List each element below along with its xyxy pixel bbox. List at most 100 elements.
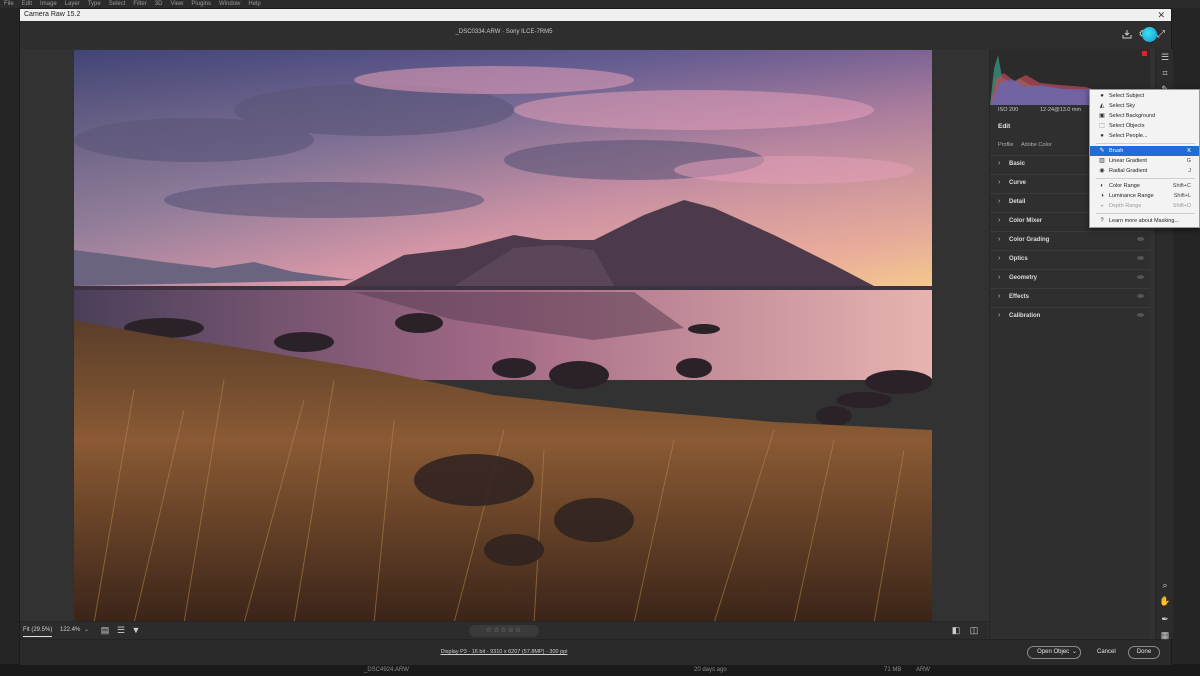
visibility-icon[interactable] bbox=[1137, 237, 1144, 241]
profile-select[interactable]: Adobe Color bbox=[1021, 142, 1052, 148]
crop-icon[interactable]: ⌗ bbox=[1159, 67, 1171, 79]
filmstrip-icon[interactable]: ▤ bbox=[99, 625, 111, 636]
chevron-right-icon: › bbox=[998, 255, 1001, 262]
star-rating[interactable]: ☆☆☆☆☆ bbox=[469, 625, 539, 637]
close-icon[interactable]: ✕ bbox=[1157, 9, 1165, 21]
visibility-icon[interactable] bbox=[1137, 275, 1144, 279]
section-optics[interactable]: › Optics bbox=[990, 250, 1150, 268]
ps-menu-item[interactable]: Edit bbox=[22, 1, 32, 7]
section-label: Optics bbox=[1009, 256, 1028, 262]
image-canvas[interactable] bbox=[20, 49, 988, 623]
menu-item-select-people[interactable]: ● Select People... bbox=[1090, 131, 1199, 141]
chevron-right-icon: › bbox=[998, 274, 1001, 281]
sky-icon: ◭ bbox=[1099, 103, 1105, 109]
window-titlebar: Camera Raw 15.2 ✕ bbox=[20, 9, 1171, 21]
section-geometry[interactable]: › Geometry bbox=[990, 269, 1150, 287]
chevron-right-icon: › bbox=[998, 312, 1001, 319]
before-after-icon[interactable]: ◫ bbox=[968, 625, 980, 636]
zoom-percent-button[interactable]: 122.4% bbox=[60, 627, 80, 633]
status-type: ARW bbox=[916, 667, 930, 673]
image-toolbar: Fit (29.5%) 122.4% ⌄ ▤ ☰ ▼ ☆☆☆☆☆ ◧ ◫ bbox=[20, 621, 988, 639]
masking-menu: ● Select Subject ◭ Select Sky ▣ Select B… bbox=[1089, 89, 1200, 228]
ps-menu-item[interactable]: View bbox=[170, 1, 183, 7]
section-calibration[interactable]: › Calibration bbox=[990, 307, 1150, 325]
avatar[interactable] bbox=[1142, 27, 1157, 42]
ps-menu-item[interactable]: Help bbox=[248, 1, 260, 7]
filter-icon[interactable]: ▼ bbox=[130, 625, 142, 636]
photoshop-file-status: _DSC4924.ARW 20 days ago 71 MB ARW bbox=[0, 664, 1200, 676]
done-button[interactable]: Done bbox=[1128, 646, 1160, 659]
photoshop-menubar: File Edit Image Layer Type Select Filter 3D View… bbox=[0, 0, 1200, 8]
camera-raw-window: Camera Raw 15.2 ✕ _DSC0334.ARW · Sony IL… bbox=[19, 8, 1173, 665]
luminance-range-icon: ◑ bbox=[1100, 193, 1104, 199]
chevron-right-icon: › bbox=[998, 179, 1001, 186]
highlight-clipping-warning[interactable] bbox=[1142, 51, 1147, 56]
open-object-label: Open Object bbox=[1037, 649, 1071, 655]
done-label: Done bbox=[1136, 649, 1152, 655]
brush-icon: ✎ bbox=[1099, 148, 1105, 154]
status-filename: _DSC4924.ARW bbox=[364, 667, 409, 673]
chevron-right-icon: › bbox=[998, 217, 1001, 224]
ps-menu-item[interactable]: 3D bbox=[155, 1, 163, 7]
chevron-down-icon[interactable]: ⌄ bbox=[84, 626, 89, 633]
ps-menu-item[interactable]: Window bbox=[219, 1, 240, 7]
chevron-right-icon: › bbox=[998, 293, 1001, 300]
acr-header: _DSC0334.ARW · Sony ILCE-7RM5 ⚙ ⤢ bbox=[20, 21, 1171, 49]
menu-divider bbox=[1096, 143, 1195, 144]
menu-item-brush[interactable]: ✎ Brush K bbox=[1090, 146, 1199, 156]
menu-item-learn-more[interactable]: ? Learn more about Masking... bbox=[1090, 216, 1199, 226]
grid-overlay-icon[interactable]: ▦ bbox=[1159, 629, 1171, 641]
section-label: Curve bbox=[1009, 180, 1027, 186]
visibility-icon[interactable] bbox=[1137, 313, 1144, 317]
section-label: Color Mixer bbox=[1009, 218, 1043, 224]
sort-icon[interactable]: ☰ bbox=[115, 625, 127, 636]
section-effects[interactable]: › Effects bbox=[990, 288, 1150, 306]
visibility-icon[interactable] bbox=[1137, 294, 1144, 298]
section-label: Effects bbox=[1009, 294, 1030, 300]
menu-item-select-subject[interactable]: ● Select Subject bbox=[1090, 91, 1199, 101]
zoom-fit-button[interactable]: Fit (29.5%) bbox=[23, 627, 53, 637]
depth-range-icon: ◒ bbox=[1100, 203, 1104, 209]
section-label: Geometry bbox=[1009, 275, 1038, 281]
lens-value: 12-24@13.0 mm bbox=[1040, 107, 1082, 113]
ps-menu-item[interactable]: Layer bbox=[65, 1, 80, 7]
menu-item-select-sky[interactable]: ◭ Select Sky bbox=[1090, 101, 1199, 111]
visibility-icon[interactable] bbox=[1137, 256, 1144, 260]
open-options-chevron-icon[interactable]: ⌄ bbox=[1069, 646, 1081, 659]
workflow-options-link[interactable]: Display P3 - 16 bit - 9310 x 6207 (57.8M… bbox=[20, 649, 988, 655]
subject-icon: ● bbox=[1100, 93, 1104, 99]
status-size: 71 MB bbox=[884, 667, 902, 673]
section-label: Detail bbox=[1009, 199, 1026, 205]
ps-menu-item[interactable]: Image bbox=[40, 1, 57, 7]
single-view-icon[interactable]: ◧ bbox=[950, 625, 962, 636]
edit-sliders-icon[interactable]: ☰ bbox=[1159, 51, 1171, 63]
menu-item-linear-gradient[interactable]: ▥ Linear Gradient G bbox=[1090, 156, 1199, 166]
chevron-right-icon: › bbox=[998, 198, 1001, 205]
background-icon: ▣ bbox=[1099, 113, 1105, 119]
section-color-grading[interactable]: › Color Grading bbox=[990, 231, 1150, 249]
ps-menu-item[interactable]: Plugins bbox=[191, 1, 211, 7]
cancel-button[interactable]: Cancel bbox=[1097, 649, 1116, 655]
menu-item-luminance-range[interactable]: ◑ Luminance Range Shift+L bbox=[1090, 191, 1199, 201]
panel-title: Edit bbox=[998, 123, 1011, 130]
ps-menu-item[interactable]: Filter bbox=[133, 1, 146, 7]
ps-menu-item[interactable]: Type bbox=[88, 1, 101, 7]
hand-icon[interactable]: ✋ bbox=[1159, 595, 1171, 607]
section-label: Color Grading bbox=[1009, 237, 1050, 243]
save-icon[interactable] bbox=[1121, 29, 1133, 41]
ps-menu-item[interactable]: File bbox=[4, 1, 14, 7]
ps-menu-item[interactable]: Select bbox=[109, 1, 126, 7]
chevron-right-icon: › bbox=[998, 236, 1001, 243]
status-date: 20 days ago bbox=[694, 667, 727, 673]
file-title: _DSC0334.ARW · Sony ILCE-7RM5 bbox=[455, 29, 553, 35]
profile-label: Profile bbox=[998, 142, 1014, 148]
window-title: Camera Raw 15.2 bbox=[24, 11, 81, 18]
photo-preview[interactable] bbox=[74, 50, 932, 623]
zoom-icon[interactable]: ⌕ bbox=[1159, 579, 1171, 591]
menu-item-color-range[interactable]: ◐ Color Range Shift+C bbox=[1090, 181, 1199, 191]
menu-item-radial-gradient[interactable]: ◉ Radial Gradient J bbox=[1090, 166, 1199, 176]
menu-item-select-objects[interactable]: ⬚ Select Objects bbox=[1090, 121, 1199, 131]
photoshop-left-toolbar bbox=[0, 8, 20, 676]
eyedropper-icon[interactable]: ✒ bbox=[1159, 613, 1171, 625]
menu-item-select-background[interactable]: ▣ Select Background bbox=[1090, 111, 1199, 121]
